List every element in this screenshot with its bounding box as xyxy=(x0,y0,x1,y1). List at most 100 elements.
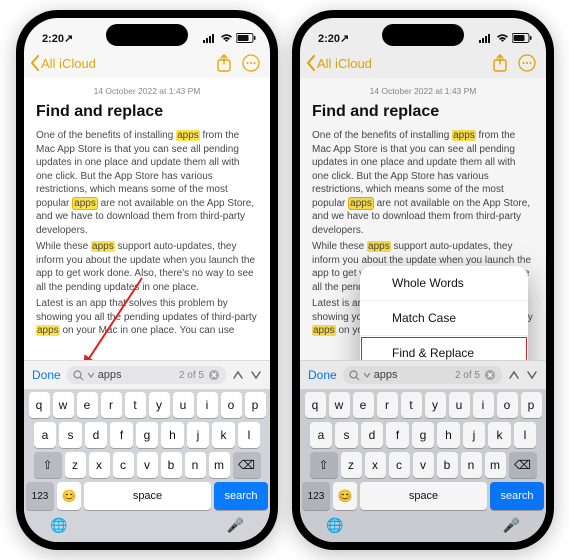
key-backspace[interactable]: ⌫ xyxy=(233,452,261,478)
key-b[interactable]: b xyxy=(161,452,182,478)
key-g[interactable]: g xyxy=(412,422,435,448)
key-o[interactable]: o xyxy=(221,392,242,418)
key-v[interactable]: v xyxy=(137,452,158,478)
key-k[interactable]: k xyxy=(488,422,511,448)
key-a[interactable]: a xyxy=(34,422,57,448)
option-whole-words[interactable]: Whole Words xyxy=(360,266,528,301)
key-search[interactable]: search xyxy=(214,482,268,510)
key-c[interactable]: c xyxy=(113,452,134,478)
back-button[interactable]: All iCloud xyxy=(306,55,372,71)
key-h[interactable]: h xyxy=(437,422,460,448)
done-button[interactable]: Done xyxy=(308,368,337,382)
chevron-down-icon[interactable] xyxy=(88,371,94,379)
prev-match-icon[interactable] xyxy=(232,369,244,381)
key-h[interactable]: h xyxy=(161,422,184,448)
key-i[interactable]: i xyxy=(197,392,218,418)
key-shift[interactable]: ⇧ xyxy=(34,452,62,478)
key-d[interactable]: d xyxy=(361,422,384,448)
key-d[interactable]: d xyxy=(85,422,108,448)
key-z[interactable]: z xyxy=(65,452,86,478)
done-button[interactable]: Done xyxy=(32,368,61,382)
key-backspace[interactable]: ⌫ xyxy=(509,452,537,478)
key-p[interactable]: p xyxy=(245,392,266,418)
key-b[interactable]: b xyxy=(437,452,458,478)
key-shift[interactable]: ⇧ xyxy=(310,452,338,478)
key-l[interactable]: l xyxy=(238,422,261,448)
key-m[interactable]: m xyxy=(485,452,506,478)
key-u[interactable]: u xyxy=(173,392,194,418)
share-icon[interactable] xyxy=(492,54,508,72)
globe-icon[interactable]: 🌐 xyxy=(326,517,343,534)
key-j[interactable]: j xyxy=(187,422,210,448)
key-q[interactable]: q xyxy=(305,392,326,418)
match-count: 2 of 5 xyxy=(455,370,480,381)
mic-icon[interactable]: 🎤 xyxy=(503,517,520,534)
key-j[interactable]: j xyxy=(463,422,486,448)
chevron-down-icon[interactable] xyxy=(364,371,370,379)
clear-icon[interactable] xyxy=(484,369,496,381)
key-n[interactable]: n xyxy=(185,452,206,478)
key-i[interactable]: i xyxy=(473,392,494,418)
key-z[interactable]: z xyxy=(341,452,362,478)
key-s[interactable]: s xyxy=(335,422,358,448)
prev-match-icon[interactable] xyxy=(508,369,520,381)
key-a[interactable]: a xyxy=(310,422,333,448)
next-match-icon[interactable] xyxy=(250,369,262,381)
clear-icon[interactable] xyxy=(208,369,220,381)
mic-icon[interactable]: 🎤 xyxy=(227,517,244,534)
key-e[interactable]: e xyxy=(353,392,374,418)
key-r[interactable]: r xyxy=(101,392,122,418)
key-v[interactable]: v xyxy=(413,452,434,478)
note-content[interactable]: 14 October 2022 at 1:43 PM Find and repl… xyxy=(300,78,546,360)
key-m[interactable]: m xyxy=(209,452,230,478)
key-n[interactable]: n xyxy=(461,452,482,478)
search-input[interactable]: apps 2 of 5 xyxy=(67,366,226,384)
key-x[interactable]: x xyxy=(89,452,110,478)
key-g[interactable]: g xyxy=(136,422,159,448)
key-x[interactable]: x xyxy=(365,452,386,478)
key-f[interactable]: f xyxy=(110,422,133,448)
key-e[interactable]: e xyxy=(77,392,98,418)
key-emoji[interactable]: 😊 xyxy=(333,482,357,510)
back-button[interactable]: All iCloud xyxy=(30,55,96,71)
key-o[interactable]: o xyxy=(497,392,518,418)
globe-icon[interactable]: 🌐 xyxy=(50,517,67,534)
key-emoji[interactable]: 😊 xyxy=(57,482,81,510)
option-match-case[interactable]: Match Case xyxy=(360,301,528,336)
key-q[interactable]: q xyxy=(29,392,50,418)
more-icon[interactable] xyxy=(518,54,536,72)
option-find-replace[interactable]: Find & Replace xyxy=(360,336,528,360)
key-s[interactable]: s xyxy=(59,422,82,448)
note-paragraph: One of the benefits of installing apps f… xyxy=(36,129,258,237)
highlight: apps xyxy=(452,130,476,141)
note-content[interactable]: 14 October 2022 at 1:43 PM Find and repl… xyxy=(24,78,270,360)
status-icons xyxy=(479,33,532,43)
key-u[interactable]: u xyxy=(449,392,470,418)
key-y[interactable]: y xyxy=(425,392,446,418)
key-space[interactable]: space xyxy=(84,482,211,510)
search-query: apps xyxy=(374,369,398,381)
key-space[interactable]: space xyxy=(360,482,487,510)
screen-left: 2:20↗ All iCloud 14 October 2022 xyxy=(24,18,270,542)
keyboard: q w e r t y u i o p a s d f g h xyxy=(300,389,546,542)
key-numbers[interactable]: 123 xyxy=(302,482,330,510)
share-icon[interactable] xyxy=(216,54,232,72)
key-search[interactable]: search xyxy=(490,482,544,510)
key-t[interactable]: t xyxy=(401,392,422,418)
key-k[interactable]: k xyxy=(212,422,235,448)
key-l[interactable]: l xyxy=(514,422,537,448)
key-r[interactable]: r xyxy=(377,392,398,418)
key-numbers[interactable]: 123 xyxy=(26,482,54,510)
key-c[interactable]: c xyxy=(389,452,410,478)
more-icon[interactable] xyxy=(242,54,260,72)
key-f[interactable]: f xyxy=(386,422,409,448)
key-y[interactable]: y xyxy=(149,392,170,418)
key-w[interactable]: w xyxy=(53,392,74,418)
search-input[interactable]: apps 2 of 5 xyxy=(343,366,502,384)
keyboard-row: 123 😊 space search xyxy=(26,482,268,510)
key-w[interactable]: w xyxy=(329,392,350,418)
next-match-icon[interactable] xyxy=(526,369,538,381)
key-p[interactable]: p xyxy=(521,392,542,418)
key-t[interactable]: t xyxy=(125,392,146,418)
status-icons xyxy=(203,33,256,43)
